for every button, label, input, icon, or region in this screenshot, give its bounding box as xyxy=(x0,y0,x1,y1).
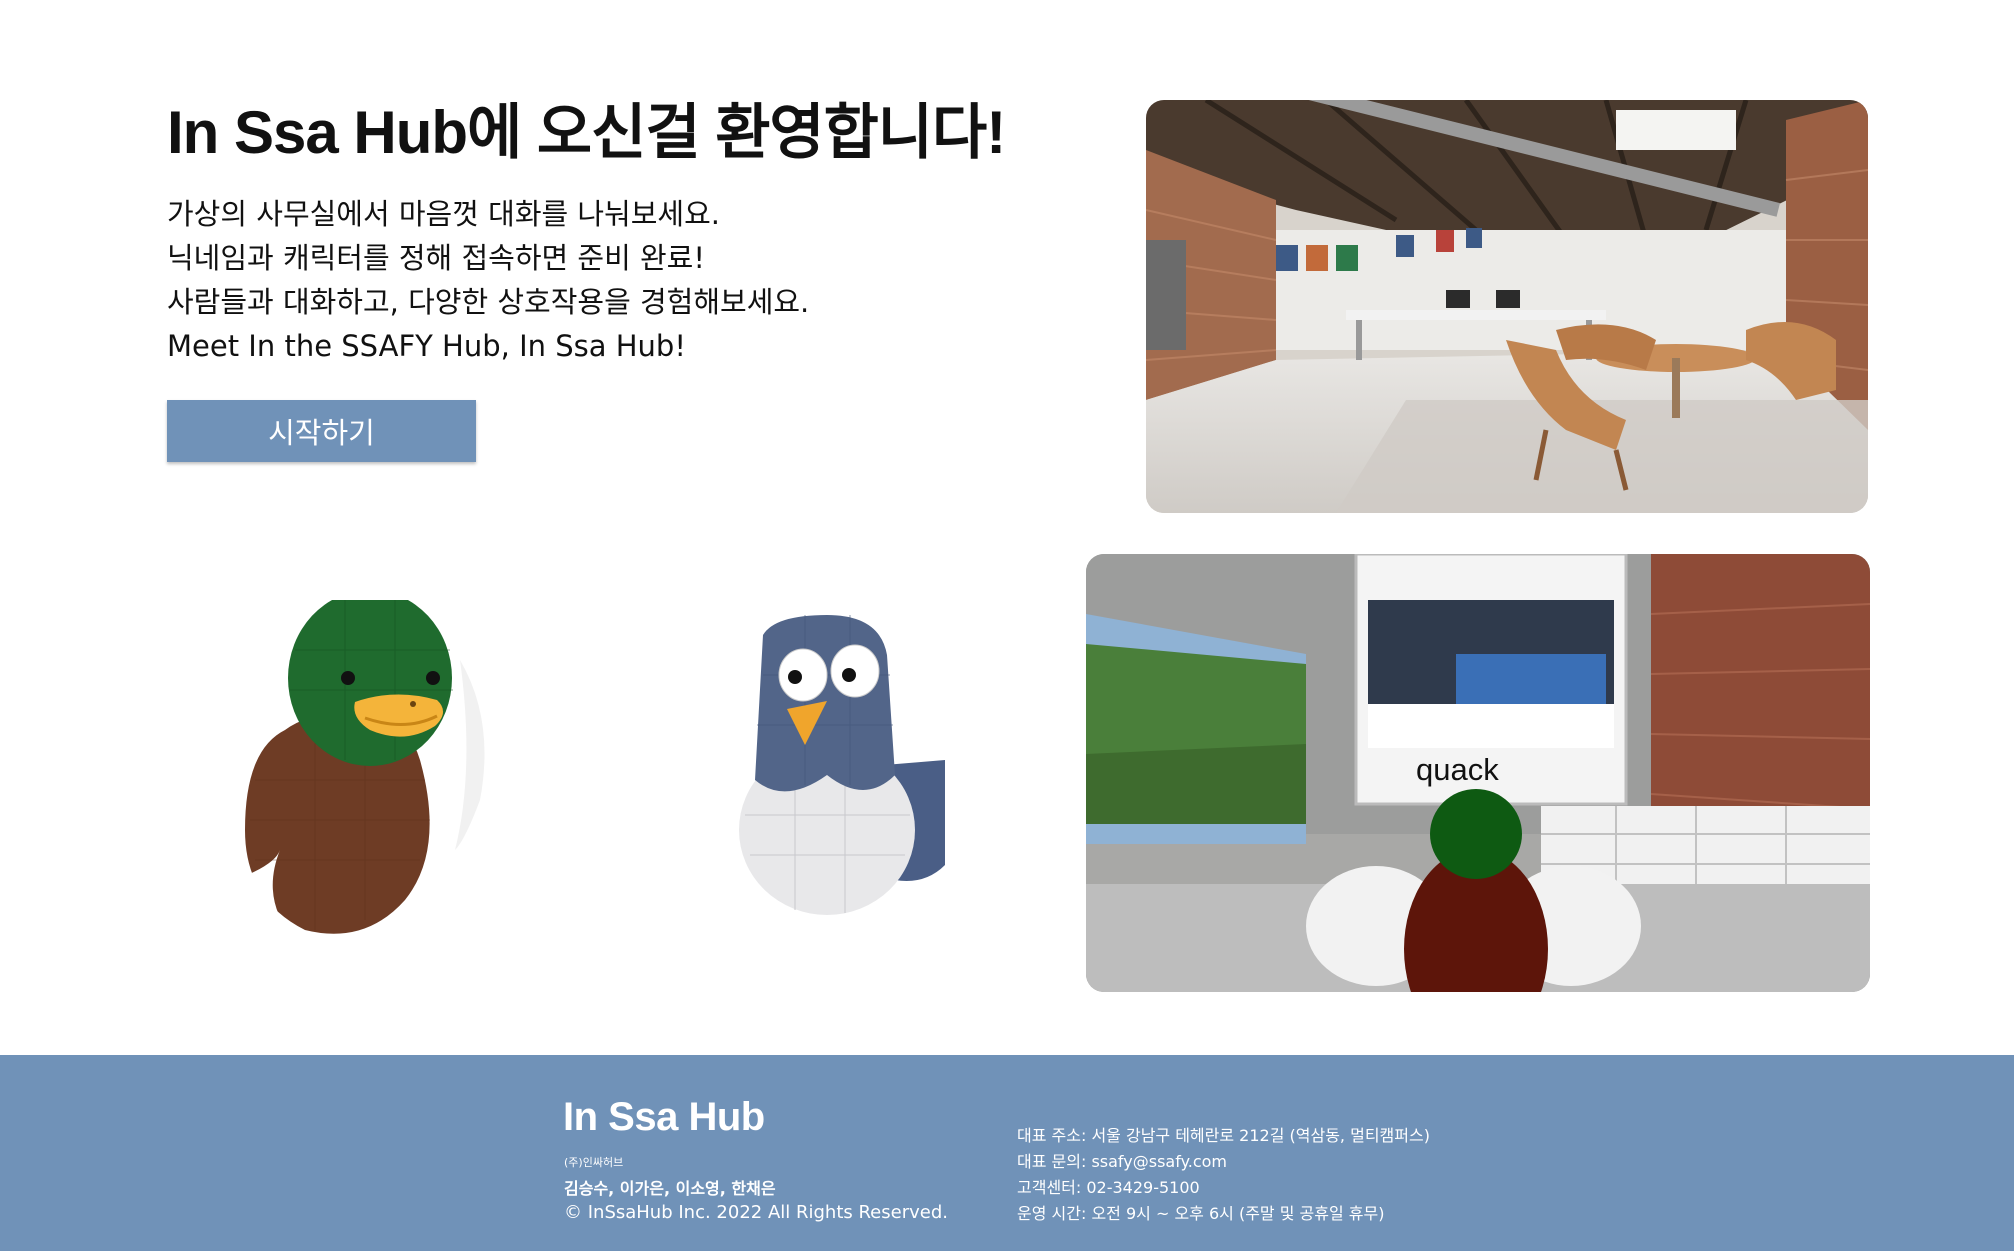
hero-line-4: Meet In the SSAFY Hub, In Ssa Hub! xyxy=(167,329,686,363)
hero-section: In Ssa Hub에 오신걸 환영합니다! 가상의 사무실에서 마음껏 대화를… xyxy=(167,100,1067,368)
footer-members: 김승수, 이가은, 이소영, 한채은 xyxy=(564,1179,776,1198)
footer-copyright: © InSsaHub Inc. 2022 All Rights Reserved… xyxy=(564,1202,948,1223)
office-interior-photo xyxy=(1146,100,1868,513)
page-title: In Ssa Hub에 오신걸 환영합니다! xyxy=(167,99,1006,166)
hero-line-3: 사람들과 대화하고, 다양한 상호작용을 경험해보세요. xyxy=(167,285,810,319)
hero-line-2: 닉네임과 캐릭터를 정해 접속하면 준비 완료! xyxy=(167,241,705,275)
vr-caption: quack xyxy=(1416,752,1499,787)
hero-description: 가상의 사무실에서 마음껏 대화를 나눠보세요. 닉네임과 캐릭터를 정해 접속… xyxy=(167,192,1067,368)
start-button[interactable]: 시작하기 xyxy=(167,400,476,462)
duck-character xyxy=(165,590,505,945)
footer-hours: 운영 시간: 오전 9시 ~ 오후 6시 (주말 및 공휴일 휴무) xyxy=(1017,1204,1385,1223)
virtual-office-scene: quack xyxy=(1086,554,1870,992)
pigeon-character xyxy=(735,615,955,920)
footer-info: 대표 주소: 서울 강남구 테헤란로 212길 (역삼동, 멀티캠퍼스) 대표 … xyxy=(1017,1123,1430,1227)
footer-company: (주)인싸허브 xyxy=(564,1156,624,1169)
footer-address: 대표 주소: 서울 강남구 테헤란로 212길 (역삼동, 멀티캠퍼스) xyxy=(1017,1126,1430,1145)
hero-line-1: 가상의 사무실에서 마음껏 대화를 나눠보세요. xyxy=(167,197,721,231)
footer-email: 대표 문의: ssafy@ssafy.com xyxy=(1017,1152,1228,1171)
footer: In Ssa Hub (주)인싸허브 김승수, 이가은, 이소영, 한채은 © … xyxy=(0,1055,2014,1251)
footer-phone: 고객센터: 02-3429-5100 xyxy=(1017,1178,1200,1197)
footer-brand: In Ssa Hub xyxy=(563,1095,765,1139)
